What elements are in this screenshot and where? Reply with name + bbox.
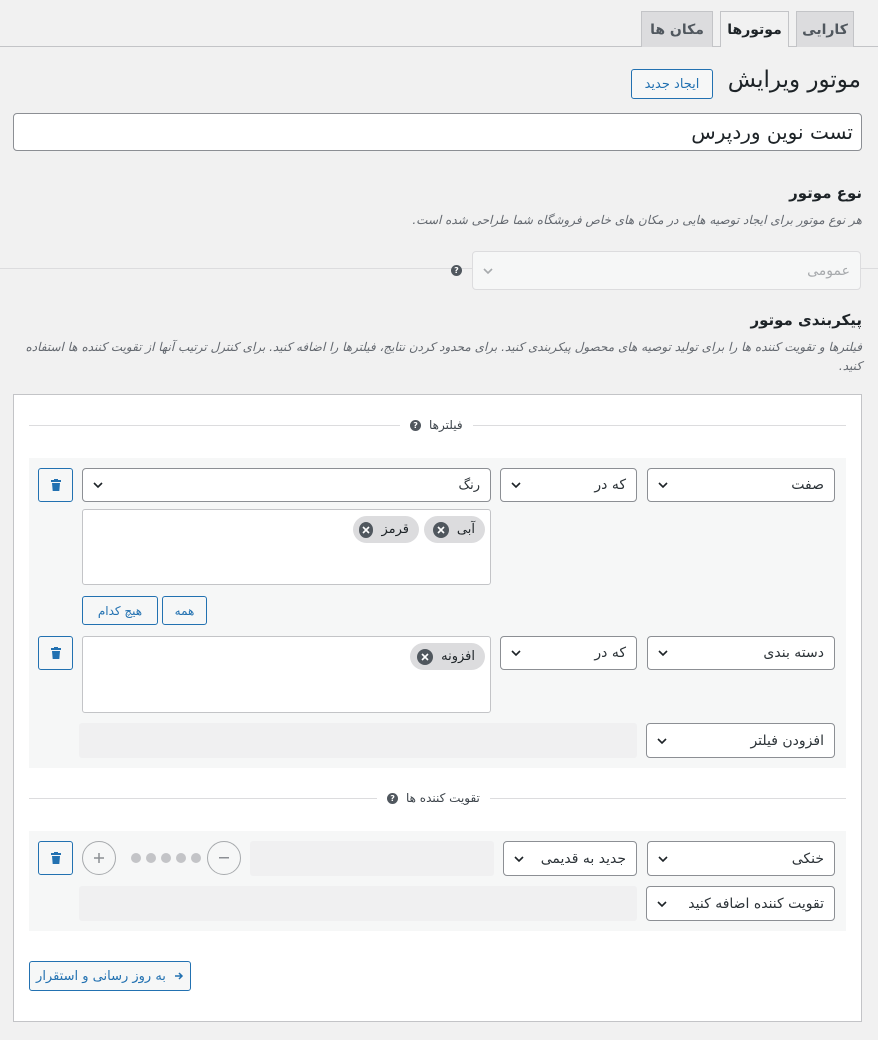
select-all-button[interactable]: همه (162, 596, 207, 625)
tab-label: کارایی (802, 21, 848, 38)
delete-filter-button[interactable] (38, 636, 73, 670)
tag-chip: قرمز (353, 516, 419, 543)
tag-label: افزونه (441, 649, 475, 664)
select-value: رنگ (458, 477, 480, 493)
delete-filter-button[interactable] (38, 468, 73, 502)
chevron-down-icon (514, 855, 524, 862)
booster-field-select[interactable]: خنکی (647, 841, 835, 876)
button-label: به روز رسانی و استقرار (36, 968, 166, 984)
tag-label: آبی (456, 522, 475, 537)
add-booster-select[interactable]: تقویت کننده اضافه کنید (646, 886, 835, 921)
add-filter-placeholder (79, 723, 637, 758)
arrow-right-icon (174, 972, 183, 980)
chevron-down-icon (658, 482, 668, 489)
engine-type-selected: عمومی (807, 262, 850, 279)
remove-tag-icon[interactable] (417, 648, 434, 665)
filter-field-select[interactable]: صفت (647, 468, 835, 502)
increase-strength-button[interactable] (82, 841, 116, 875)
remove-tag-icon[interactable] (359, 521, 374, 538)
minus-icon (219, 857, 229, 859)
filter-attribute-select[interactable]: رنگ (82, 468, 491, 502)
select-value: که در (594, 645, 626, 661)
update-deploy-button[interactable]: به روز رسانی و استقرار (29, 961, 191, 991)
trash-icon (50, 647, 61, 659)
filters-section-label: فیلترها ? (400, 418, 473, 432)
boosters-section-label: تقویت کننده ها ? (377, 791, 490, 805)
booster-value-placeholder (250, 841, 494, 876)
tab-label: مکان ها (650, 21, 704, 38)
strength-dot (176, 853, 186, 863)
select-value: جدید به قدیمی (540, 850, 626, 867)
plus-icon (94, 853, 104, 863)
engine-name-input[interactable] (13, 113, 862, 151)
add-filter-select[interactable]: افزودن فیلتر (646, 723, 835, 758)
engine-type-heading: نوع موتور (789, 184, 862, 202)
config-description: فیلترها و تقویت کننده ها را برای تولید ت… (25, 340, 862, 373)
page-title: موتور ویرایش (727, 67, 861, 93)
filter-operator-select[interactable]: که در (500, 468, 637, 502)
help-icon[interactable]: ? (387, 792, 398, 804)
chevron-down-icon (483, 267, 493, 274)
select-value: تقویت کننده اضافه کنید (688, 895, 824, 912)
tag-label: قرمز (381, 522, 409, 537)
remove-tag-icon[interactable] (432, 521, 449, 538)
chevron-down-icon (658, 855, 668, 862)
select-value: صفت (791, 477, 824, 493)
strength-indicator (131, 853, 201, 863)
add-booster-placeholder (79, 886, 637, 921)
help-icon[interactable]: ? (451, 265, 462, 276)
strength-dot (191, 853, 201, 863)
chevron-down-icon (657, 737, 667, 744)
select-value: که در (594, 477, 626, 493)
filters-label: فیلترها (429, 418, 463, 432)
filter-field-select[interactable]: دسته بندی (647, 636, 835, 670)
trash-icon (50, 479, 61, 491)
tag-chip: آبی (424, 516, 485, 543)
chevron-down-icon (657, 900, 667, 907)
chevron-down-icon (658, 650, 668, 657)
strength-dot (161, 853, 171, 863)
filter-operator-select[interactable]: که در (500, 636, 637, 670)
chevron-down-icon (511, 650, 521, 657)
strength-dot (146, 853, 156, 863)
booster-order-select[interactable]: جدید به قدیمی (503, 841, 637, 876)
engine-type-description: هر نوع موتور برای ایجاد توصیه هایی در مک… (412, 213, 862, 227)
select-value: افزودن فیلتر (750, 732, 824, 749)
tab-locations[interactable]: مکان ها (641, 11, 713, 47)
tag-chip: افزونه (410, 643, 485, 670)
tab-label: موتورها (727, 21, 782, 38)
help-icon[interactable]: ? (410, 419, 421, 431)
select-none-button[interactable]: هیچ کدام (82, 596, 158, 625)
trash-icon (50, 852, 61, 864)
chevron-down-icon (93, 482, 103, 489)
tab-engines[interactable]: موتورها (720, 11, 789, 47)
select-value: دسته بندی (763, 645, 824, 661)
config-heading: پیکربندی موتور (750, 311, 862, 329)
select-value: خنکی (791, 850, 824, 867)
add-new-button[interactable]: ایجاد جدید (631, 69, 713, 99)
engine-type-select: عمومی (472, 251, 861, 290)
delete-booster-button[interactable] (38, 841, 73, 875)
strength-dot (131, 853, 141, 863)
boosters-label: تقویت کننده ها (406, 791, 480, 805)
chevron-down-icon (511, 482, 521, 489)
decrease-strength-button[interactable] (207, 841, 241, 875)
tab-performance[interactable]: کارایی (796, 11, 854, 47)
